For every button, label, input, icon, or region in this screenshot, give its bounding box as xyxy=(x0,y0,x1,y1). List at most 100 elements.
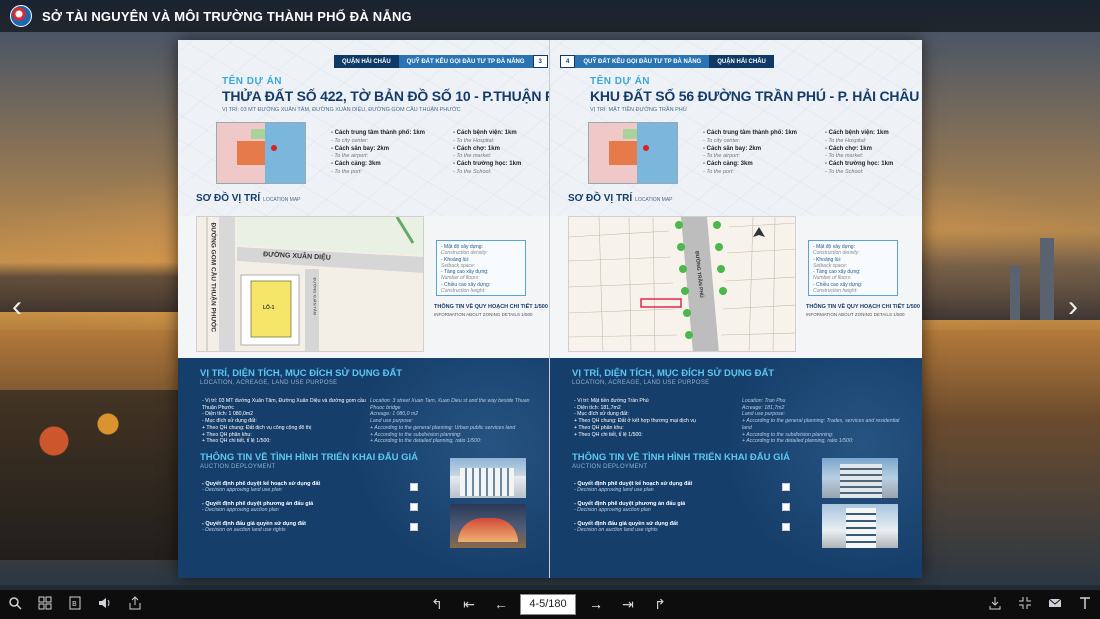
download-icon[interactable] xyxy=(986,596,1004,613)
bookmark-icon[interactable]: B xyxy=(66,596,84,613)
district-tag: QUẬN HẢI CHÂU xyxy=(334,55,399,68)
auction-list: - Quyết định phê duyệt kế hoạch sử dụng … xyxy=(202,481,418,541)
usage-line: + Theo QH chi tiết, tỉ lệ 1/500: xyxy=(202,438,271,445)
project-name: KHU ĐẤT SỐ 56 ĐƯỜNG TRẦN PHÚ - P. HẢI CH… xyxy=(590,88,922,104)
sound-icon[interactable] xyxy=(96,596,114,613)
building-render-photo xyxy=(822,504,898,548)
usage-line: - Vị trí: 03 MT đường Xuân Tâm, Đường Xu… xyxy=(202,398,366,411)
auction-item-en: - Decision approving land use plan xyxy=(202,487,282,493)
distance-item-en: - To the market: xyxy=(453,153,492,160)
auction-subtitle: AUCTION DEPLOYMENT xyxy=(200,464,276,470)
auction-checkbox xyxy=(782,523,790,531)
building-render-photo xyxy=(450,458,526,498)
zoning-subtitle: INFORMATION ABOUT ZONING DETAILS 1/500 xyxy=(806,312,905,317)
project-address: VỊ TRÍ: MẶT TIỀN ĐƯỜNG TRẦN PHÚ xyxy=(590,107,687,113)
distance-item-en: - To the Hospital: xyxy=(453,137,495,144)
section-tag: QUỸ ĐẤT KÊU GỌI ĐẦU TƯ TP ĐÀ NẴNG xyxy=(398,55,533,68)
auction-item-en: - Decision on auction land use rights xyxy=(202,527,286,533)
zoning-item-en: Construction height: xyxy=(441,288,486,295)
auction-checkbox xyxy=(410,483,418,491)
zoning-title: THÔNG TIN VỀ QUY HOẠCH CHI TIẾT 1/500 xyxy=(434,304,548,310)
auction-checkbox xyxy=(782,503,790,511)
distance-item-en: - To the School: xyxy=(453,168,492,175)
distance-item: - Cách chợ: 1km xyxy=(825,145,872,152)
auction-item: - Quyết định đấu giá quyền sử dụng đất -… xyxy=(202,521,418,541)
thumbnails-icon[interactable] xyxy=(36,596,54,613)
section-tag: QUỸ ĐẤT KÊU GỌI ĐẦU TƯ TP ĐÀ NẴNG xyxy=(575,55,710,68)
distance-item: - Cách cảng: 3km xyxy=(703,161,753,168)
text-icon[interactable] xyxy=(1076,596,1094,613)
page-4[interactable]: 4 QUỸ ĐẤT KÊU GỌI ĐẦU TƯ TP ĐÀ NẴNG QUẬN… xyxy=(550,40,922,578)
distance-item-en: - To the airport: xyxy=(703,153,741,160)
auction-subtitle: AUCTION DEPLOYMENT xyxy=(572,464,648,470)
usage-line: + Theo QH phân khu: xyxy=(574,424,624,431)
usage-title: VỊ TRÍ, DIỆN TÍCH, MỤC ĐÍCH SỬ DỤNG ĐẤT xyxy=(572,368,775,379)
usage-line-en: + According to the detailed planning, ra… xyxy=(742,438,854,445)
auction-item-en: - Decision approving land use plan xyxy=(574,487,654,493)
distance-list-2: - Cách bệnh viện: 1km - To the Hospital:… xyxy=(453,130,543,177)
email-icon[interactable] xyxy=(1046,596,1064,613)
distance-item: - Cách trường học: 1km xyxy=(453,161,522,168)
title-bar: SỞ TÀI NGUYÊN VÀ MÔI TRƯỜNG THÀNH PHỐ ĐÀ… xyxy=(0,0,1100,32)
svg-text:B: B xyxy=(72,600,77,608)
distance-item-en: - To the School: xyxy=(825,168,864,175)
usage-line-en: Location: Tran Phu xyxy=(742,398,786,404)
usage-details-en: Location: 3 street Xuan Tam, Xuan Dieu s… xyxy=(370,398,535,445)
map-label-street: ĐƯỜNG GOM CẦU THUẬN PHƯỚC xyxy=(209,222,217,333)
distance-item-en: - To the Hospital: xyxy=(825,137,867,144)
bottom-toolbar: B ↰ ⇤ ← 4-5/180 → ⇥ ↱ xyxy=(0,590,1100,619)
prev-chapter-icon[interactable]: ↰ xyxy=(428,596,446,612)
auction-checkbox xyxy=(410,503,418,511)
page-number: 4 xyxy=(560,55,576,68)
zoom-icon[interactable] xyxy=(6,596,24,613)
building-render-photo xyxy=(450,504,526,548)
next-chapter-icon[interactable]: ↱ xyxy=(651,596,669,612)
auction-title: THÔNG TIN VỀ TÌNH HÌNH TRIỂN KHAI ĐẤU GI… xyxy=(200,452,418,463)
auction-item: - Quyết định phê duyệt phương án đấu giá… xyxy=(202,501,418,521)
project-name: THỬA ĐẤT SỐ 422, TỜ BẢN ĐỒ SỐ 10 - P.THU… xyxy=(222,88,549,104)
next-page-icon[interactable]: → xyxy=(587,596,605,612)
usage-line-en: + According to the subdivision planning: xyxy=(742,431,834,438)
app-title: SỞ TÀI NGUYÊN VÀ MÔI TRƯỜNG THÀNH PHỐ ĐÀ… xyxy=(42,8,412,24)
book-spread[interactable]: QUẬN HẢI CHÂU QUỸ ĐẤT KÊU GỌI ĐẦU TƯ TP … xyxy=(178,40,922,578)
usage-details-vi: - Vị trí: 03 MT đường Xuân Tâm, Đường Xu… xyxy=(202,398,367,445)
distance-item-en: - To the port: xyxy=(331,168,362,175)
usage-line: - Vị trí: Mặt tiền đường Trần Phú xyxy=(574,398,649,404)
zoning-info-box: - Mật độ xây dựng: Construction density:… xyxy=(808,240,898,296)
distance-item: - Cách bệnh viện: 1km xyxy=(453,130,517,136)
background-city-left xyxy=(0,262,180,312)
distance-item-en: - To city center: xyxy=(331,137,369,144)
city-map-thumbnail xyxy=(588,122,678,184)
location-map-title-text: SƠ ĐỒ VỊ TRÍ xyxy=(196,193,261,204)
site-map-drawing xyxy=(569,217,795,351)
page-ribbon: 4 QUỸ ĐẤT KÊU GỌI ĐẦU TƯ TP ĐÀ NẴNG QUẬN… xyxy=(560,55,774,68)
auction-item: - Quyết định phê duyệt kế hoạch sử dụng … xyxy=(574,481,790,501)
last-page-icon[interactable]: ⇥ xyxy=(619,596,637,612)
prev-page-icon[interactable]: ← xyxy=(492,596,510,612)
usage-line-en: + According to the subdivision planning: xyxy=(370,431,462,438)
background-tower xyxy=(1010,266,1020,320)
zoning-title: THÔNG TIN VỀ QUY HOẠCH CHI TIẾT 1/500 xyxy=(806,304,920,310)
project-address: VỊ TRÍ: 03 MT ĐƯỜNG XUÂN TÂM, ĐƯỜNG XUÂN… xyxy=(222,107,461,113)
page-3[interactable]: QUẬN HẢI CHÂU QUỸ ĐẤT KÊU GỌI ĐẦU TƯ TP … xyxy=(178,40,550,578)
prev-page-arrow-icon[interactable]: ‹ xyxy=(12,292,22,322)
usage-line-en: Land use purpose: xyxy=(370,418,413,425)
next-page-arrow-icon[interactable]: › xyxy=(1068,292,1078,322)
share-icon[interactable] xyxy=(126,596,144,613)
map-label-street: ĐƯỜNG XUÂN TÂM xyxy=(312,277,318,315)
district-tag: QUẬN HẢI CHÂU xyxy=(709,55,774,68)
usage-line: + Theo QH chung: Đất dịch vụ công cộng đ… xyxy=(202,424,312,431)
department-logo xyxy=(10,5,32,27)
auction-item: - Quyết định phê duyệt phương án đấu giá… xyxy=(574,501,790,521)
page-number-input[interactable]: 4-5/180 xyxy=(520,594,576,615)
usage-line-en: + According to the general planning: Tra… xyxy=(742,418,900,431)
city-map-thumbnail xyxy=(216,122,306,184)
usage-line-en: Acreage: 181,7m2 xyxy=(742,404,785,411)
distance-item: - Cách trung tâm thành phố: 1km xyxy=(331,130,426,136)
fullscreen-icon[interactable] xyxy=(1016,596,1034,613)
background-tower xyxy=(1040,238,1054,320)
location-map-title: SƠ ĐỒ VỊ TRÍ LOCATION MAP xyxy=(196,193,301,204)
first-page-icon[interactable]: ⇤ xyxy=(460,596,478,612)
location-map-subtitle: LOCATION MAP xyxy=(635,197,673,203)
project-label: TÊN DỰ ÁN xyxy=(222,76,283,87)
